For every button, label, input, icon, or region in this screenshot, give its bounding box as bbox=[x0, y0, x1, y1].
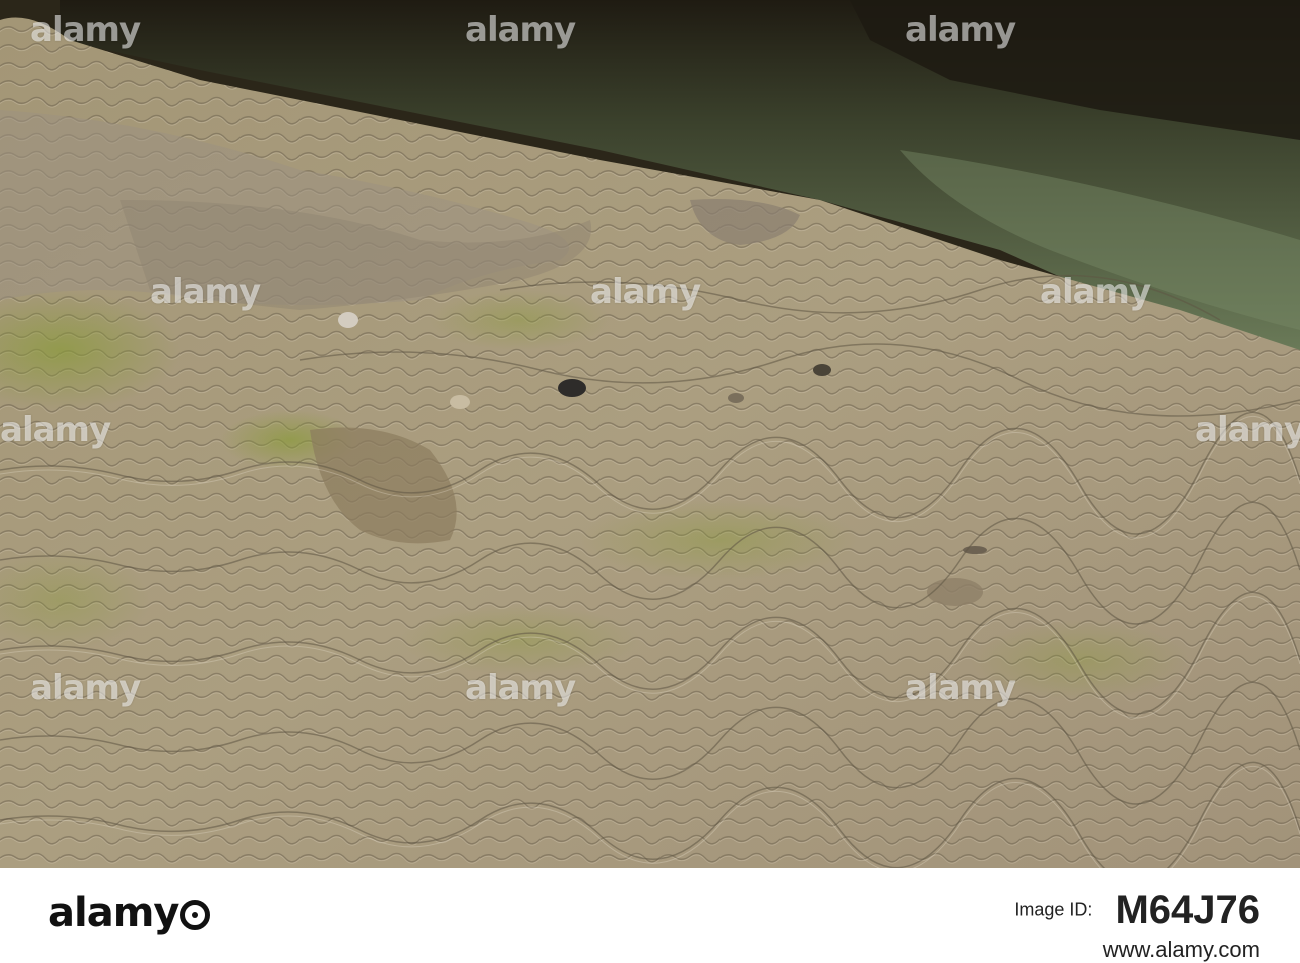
footer-meta: Image ID: M64J76 www.alamy.com bbox=[1014, 888, 1260, 963]
image-id-value: M64J76 bbox=[1115, 888, 1260, 932]
image-id-label: Image ID: bbox=[1014, 899, 1093, 920]
logo-text: alamy bbox=[48, 890, 179, 936]
photo bbox=[0, 0, 1300, 868]
footer-bar: alamy Image ID: M64J76 www.alamy.com bbox=[0, 868, 1300, 962]
image-id-row: Image ID: M64J76 bbox=[1014, 888, 1260, 933]
sinter-terrace-image bbox=[0, 0, 1300, 868]
logo-circle-icon bbox=[180, 900, 211, 930]
site-url: www.alamy.com bbox=[1102, 937, 1260, 962]
alamy-logo: alamy bbox=[48, 890, 211, 936]
